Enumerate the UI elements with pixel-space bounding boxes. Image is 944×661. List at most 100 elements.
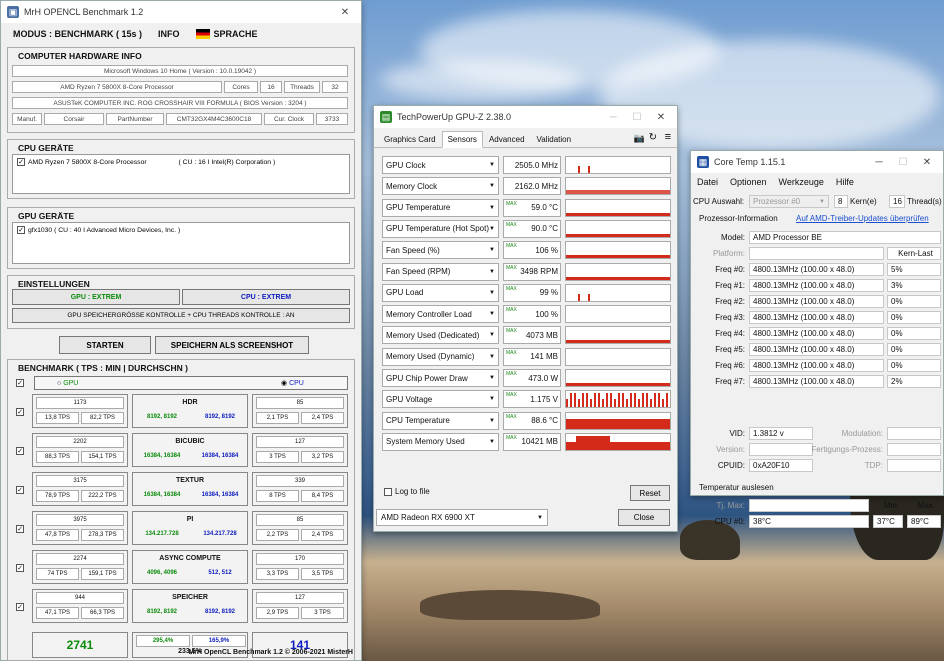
- driver-update-link[interactable]: Auf AMD-Treiber-Updates überprüfen: [796, 214, 929, 223]
- memory-threads-control-button[interactable]: GPU SPEICHERGRÖSSE KONTROLLE + CPU THREA…: [12, 308, 350, 323]
- threads-value: 32: [322, 81, 348, 93]
- chevron-down-icon: ▼: [489, 204, 495, 211]
- sensor-row: GPU Temperature (Hot Spot) ▼ MAX 90.0 °C: [382, 219, 671, 238]
- sensor-label-text: Memory Clock: [386, 181, 438, 191]
- cpu-select[interactable]: Prozessor #0 ▼: [749, 195, 829, 208]
- modulation-label: Modulation:: [841, 429, 883, 438]
- sensor-value-text: 141 MB: [530, 352, 558, 362]
- settings-title: EINSTELLUNGEN: [18, 279, 90, 289]
- test-checkbox[interactable]: ✓: [16, 486, 24, 494]
- sensor-label[interactable]: GPU Clock ▼: [382, 156, 499, 174]
- cpu-param: 8192, 8192: [204, 609, 236, 615]
- card-select[interactable]: AMD Radeon RX 6900 XT ▼: [376, 509, 548, 526]
- chevron-down-icon: ▼: [489, 353, 495, 360]
- sensor-row: GPU Voltage ▼ MAX 1.175 V: [382, 390, 671, 409]
- minimize-icon[interactable]: ─: [867, 151, 891, 173]
- mrh-footer: MrH OpenCL Benchmark 1.2 © 2006-2021 Mis…: [188, 649, 353, 656]
- gpu-radio[interactable]: ○ GPU: [57, 380, 78, 387]
- select-all-checkbox[interactable]: ✓: [16, 379, 24, 387]
- platform-value: [749, 247, 884, 260]
- sensor-label[interactable]: GPU Temperature (Hot Spot) ▼: [382, 219, 499, 238]
- cpu-min-tps: 8 TPS: [256, 490, 299, 502]
- gpu-device-list[interactable]: ✓ gfx1030 ( CU : 40 I Advanced Micro Devi…: [12, 222, 350, 264]
- gpu-param: 16384, 16384: [143, 492, 181, 498]
- sensor-value-text: 106 %: [535, 245, 558, 255]
- close-button[interactable]: Close: [618, 509, 670, 526]
- gpu-devices-title: GPU GERÄTE: [18, 211, 75, 221]
- maximize-icon[interactable]: ☐: [891, 151, 915, 173]
- menu-datei[interactable]: Datei: [697, 177, 718, 187]
- menu-optionen[interactable]: Optionen: [730, 177, 767, 187]
- minimize-icon[interactable]: ─: [601, 106, 625, 128]
- test-checkbox[interactable]: ✓: [16, 447, 24, 455]
- menu-info[interactable]: INFO: [158, 29, 180, 39]
- close-icon[interactable]: ✕: [333, 1, 357, 23]
- close-icon[interactable]: ✕: [649, 106, 673, 128]
- menu-hilfe[interactable]: Hilfe: [836, 177, 854, 187]
- sensor-label[interactable]: Memory Used (Dedicated) ▼: [382, 326, 499, 345]
- tab-advanced[interactable]: Advanced: [483, 131, 531, 148]
- cpu-mode-button[interactable]: CPU : EXTREM: [182, 289, 350, 305]
- sensor-label[interactable]: CPU Temperature ▼: [382, 411, 499, 430]
- freq-label: Freq #2:: [715, 297, 745, 306]
- sensor-label[interactable]: GPU Load ▼: [382, 283, 499, 302]
- test-checkbox[interactable]: ✓: [16, 564, 24, 572]
- cpu-device-checkbox[interactable]: ✓: [17, 158, 25, 166]
- test-checkbox[interactable]: ✓: [16, 603, 24, 611]
- menu-mode[interactable]: MODUS : BENCHMARK ( 15s ): [13, 29, 142, 39]
- sensor-label[interactable]: GPU Chip Power Draw ▼: [382, 369, 499, 387]
- sensor-label[interactable]: GPU Temperature ▼: [382, 198, 499, 217]
- log-checkbox[interactable]: [384, 487, 392, 496]
- menu-werkzeuge[interactable]: Werkzeuge: [779, 177, 824, 187]
- sensor-label[interactable]: Memory Used (Dynamic) ▼: [382, 347, 499, 366]
- start-button[interactable]: STARTEN: [59, 336, 151, 354]
- test-checkbox[interactable]: ✓: [16, 525, 24, 533]
- sensor-label[interactable]: GPU Voltage ▼: [382, 390, 499, 409]
- cpu-device-name: AMD Ryzen 7 5800X 8-Core Processor: [28, 158, 147, 166]
- test-info-box: PI 134.217.728 134.217.728: [132, 511, 248, 545]
- chevron-down-icon: ▼: [489, 332, 495, 339]
- maximize-icon[interactable]: ☐: [625, 106, 649, 128]
- total-gpu-value: 2741: [66, 638, 94, 652]
- sensor-value: MAX 4073 MB: [503, 326, 561, 345]
- chevron-down-icon: ▼: [489, 289, 495, 296]
- sensor-graph: [565, 241, 671, 260]
- sensor-value: MAX 1.175 V: [503, 390, 561, 409]
- sensor-label[interactable]: Fan Speed (%) ▼: [382, 241, 499, 260]
- gpu-device-checkbox[interactable]: ✓: [17, 226, 25, 234]
- log-to-file[interactable]: Log to file: [384, 487, 430, 496]
- sensor-label[interactable]: Memory Controller Load ▼: [382, 305, 499, 324]
- gpu-min-tps: 47,1 TPS: [36, 607, 79, 619]
- sensor-max-tag: MAX: [506, 371, 517, 377]
- coretemp-title: Core Temp 1.15.1: [714, 157, 786, 167]
- sensor-label-text: Memory Used (Dynamic): [386, 352, 475, 362]
- gpu-result-box: 944 47,1 TPS 66,3 TPS: [32, 589, 128, 623]
- gpuz-titlebar[interactable]: ▤ TechPowerUp GPU-Z 2.38.0 ─ ☐ ✕: [374, 106, 677, 128]
- save-screenshot-button[interactable]: SPEICHERN ALS SCREENSHOT: [155, 336, 309, 354]
- tab-sensors[interactable]: Sensors: [441, 131, 483, 148]
- tdp-label: TDP:: [864, 461, 883, 470]
- freq-label: Freq #5:: [715, 345, 745, 354]
- menu-language[interactable]: SPRACHE: [195, 29, 258, 40]
- test-checkbox[interactable]: ✓: [16, 408, 24, 416]
- tab-graphics-card[interactable]: Graphics Card: [378, 131, 442, 148]
- refresh-icon[interactable]: ↻: [649, 132, 657, 143]
- cpu-radio[interactable]: ◉ CPU: [281, 379, 304, 387]
- cpu-radio-label: CPU: [289, 380, 304, 387]
- core-load-header: Kern-Last: [887, 247, 941, 260]
- cpu-device-list[interactable]: ✓ AMD Ryzen 7 5800X 8-Core Processor ( CU…: [12, 154, 350, 194]
- reset-button[interactable]: Reset: [630, 485, 670, 501]
- gpu-mode-button[interactable]: GPU : EXTREM: [12, 289, 180, 305]
- close-icon[interactable]: ✕: [915, 151, 939, 173]
- chevron-down-icon: ▼: [819, 198, 825, 205]
- sensor-label[interactable]: Fan Speed (RPM) ▼: [382, 262, 499, 281]
- tab-validation[interactable]: Validation: [531, 131, 578, 148]
- sensor-label[interactable]: Memory Clock ▼: [382, 177, 499, 196]
- camera-icon[interactable]: 📷: [634, 133, 645, 144]
- coretemp-titlebar[interactable]: ▦ Core Temp 1.15.1 ─ ☐ ✕: [691, 151, 943, 173]
- menu-icon[interactable]: ≡: [665, 131, 671, 143]
- process-label: Fertigungs-Prozess:: [811, 445, 883, 454]
- mrh-titlebar[interactable]: ▣ MrH OPENCL Benchmark 1.2 ✕: [1, 1, 361, 23]
- sensor-label-text: GPU Load: [386, 288, 424, 298]
- sensor-label[interactable]: System Memory Used ▼: [382, 432, 499, 451]
